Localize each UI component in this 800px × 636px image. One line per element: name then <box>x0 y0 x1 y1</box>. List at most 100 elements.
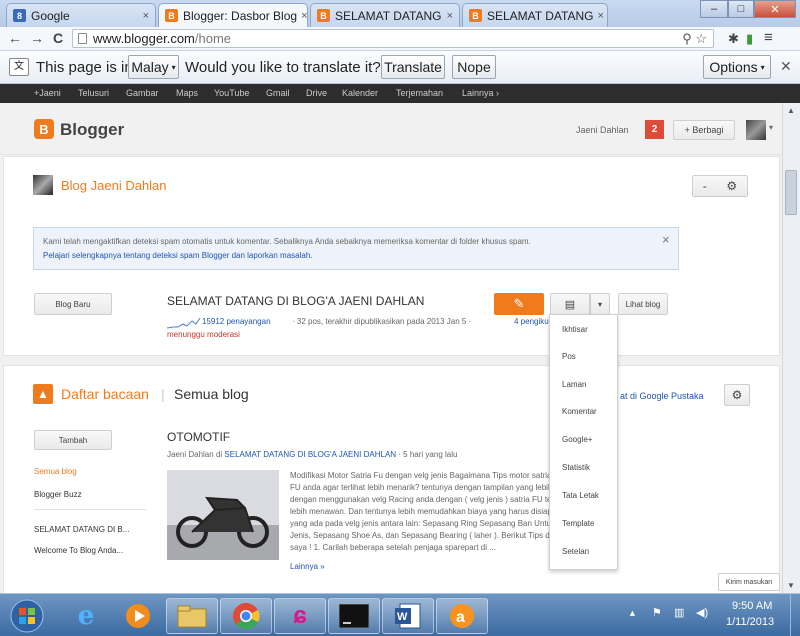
sidebar-item-blogger-buzz[interactable]: Blogger Buzz <box>34 490 82 499</box>
extension-icon[interactable]: ✱ <box>728 31 739 47</box>
user-name[interactable]: Jaeni Dahlan <box>576 125 629 135</box>
gbar-item-calendar[interactable]: Kalender <box>342 88 378 98</box>
gbar-item-translate[interactable]: Terjemahan <box>396 88 443 98</box>
post-title[interactable]: OTOMOTIF <box>167 430 230 444</box>
language-select[interactable]: Malay ▾ <box>128 55 179 79</box>
menu-item-overview[interactable]: Ikhtisar <box>562 325 588 334</box>
menu-item-stats[interactable]: Statistik <box>562 463 590 472</box>
blog-title[interactable]: SELAMAT DATANG DI BLOG'A JAENI DAHLAN <box>167 294 424 308</box>
reload-button[interactable]: C <box>53 30 63 46</box>
sidebar-item-selamat-datang[interactable]: SELAMAT DATANG DI B... <box>34 525 129 534</box>
menu-item-template[interactable]: Template <box>562 519 594 528</box>
google-icon: 8 <box>13 9 26 22</box>
post-blog-link[interactable]: SELAMAT DATANG DI BLOG'A JAENI DAHLAN <box>224 450 396 459</box>
scroll-down-icon[interactable]: ▼ <box>784 581 798 590</box>
chevron-down-icon[interactable]: ▾ <box>769 123 773 132</box>
blogger-logo-icon[interactable]: B <box>34 119 54 139</box>
google-bar: +Jaeni Telusuri Gambar Maps YouTube Gmai… <box>0 84 800 103</box>
menu-item-settings[interactable]: Setelan <box>562 547 589 556</box>
read-more-link[interactable]: Lainnya » <box>290 562 325 571</box>
reading-settings-button[interactable]: ⚙ <box>724 384 750 406</box>
address-bar[interactable]: www.blogger.com/home ⚲ ☆ <box>72 29 714 48</box>
feedback-button[interactable]: Kirim masukan <box>718 573 780 591</box>
network-icon[interactable]: ▥ <box>674 606 684 619</box>
menu-item-posts[interactable]: Pos <box>562 352 576 361</box>
show-desktop-button[interactable] <box>790 594 800 636</box>
close-icon[interactable]: × <box>593 10 603 22</box>
notice-link[interactable]: Pelajari selengkapnya tentang deteksi sp… <box>43 251 313 260</box>
minimize-button[interactable]: – <box>700 0 728 18</box>
menu-item-comments[interactable]: Komentar <box>562 407 597 416</box>
volume-icon[interactable]: ◀) <box>696 606 708 619</box>
maximize-button[interactable]: □ <box>728 0 754 18</box>
pending-moderation[interactable]: menunggu moderasi <box>167 330 240 339</box>
pageviews-link[interactable]: 15912 penayangan <box>202 317 271 326</box>
menu-item-pages[interactable]: Laman <box>562 380 586 389</box>
manage-posts-button[interactable]: ▤ <box>550 293 590 315</box>
gbar-item-gmail[interactable]: Gmail <box>266 88 290 98</box>
add-blog-button[interactable]: Tambah <box>34 430 112 450</box>
translate-button[interactable]: Translate <box>381 55 445 79</box>
scrollbar-thumb[interactable] <box>785 170 797 215</box>
back-button[interactable]: ← <box>8 30 22 46</box>
new-blog-button[interactable]: Blog Baru <box>34 293 112 315</box>
google-reader-link[interactable]: at di Google Pustaka <box>620 391 704 401</box>
gbar-item-profile[interactable]: +Jaeni <box>34 88 61 98</box>
gbar-item-search[interactable]: Telusuri <box>78 88 109 98</box>
menu-icon[interactable]: ≡ <box>764 29 773 46</box>
word-icon[interactable]: W <box>382 598 434 634</box>
blog-settings-button[interactable]: - ⚙ <box>692 175 748 197</box>
share-button[interactable]: + Berbagi <box>673 120 735 140</box>
tab-selamat-datang-2[interactable]: B SELAMAT DATANG × <box>462 3 608 27</box>
gbar-item-images[interactable]: Gambar <box>126 88 159 98</box>
blog-menu-dropdown[interactable]: ▾ <box>590 293 610 315</box>
close-icon[interactable]: ✕ <box>780 58 792 75</box>
blogger-brand[interactable]: Blogger <box>60 120 124 140</box>
menu-item-layout[interactable]: Tata Letak <box>562 491 599 500</box>
close-icon[interactable]: × <box>139 10 149 22</box>
reading-list-title[interactable]: Daftar bacaan <box>61 386 149 402</box>
blog-section-title[interactable]: Blog Jaeni Dahlan <box>61 178 167 193</box>
flag-icon[interactable]: ⚑ <box>652 606 662 619</box>
svg-text:W: W <box>397 611 408 623</box>
pending-followers-link[interactable]: 4 pengikut <box>514 317 551 326</box>
scroll-up-icon[interactable]: ▲ <box>784 106 798 115</box>
new-post-button[interactable]: ✎ <box>494 293 544 315</box>
file-explorer-icon[interactable] <box>166 598 218 634</box>
blogger-icon: B <box>165 9 178 22</box>
clock-date[interactable]: 1/11/2013 <box>726 616 774 628</box>
start-orb[interactable] <box>4 598 50 634</box>
gbar-item-youtube[interactable]: YouTube <box>214 88 249 98</box>
sidebar-item-all-blogs[interactable]: Semua blog <box>34 467 77 476</box>
chrome-icon[interactable] <box>220 598 272 634</box>
close-icon[interactable]: × <box>443 10 453 22</box>
signal-icon[interactable]: ▮ <box>746 31 753 47</box>
tab-blogger-dashboard[interactable]: B Blogger: Dasbor Blog × <box>158 3 308 27</box>
tab-google[interactable]: 8 Google × <box>6 3 156 27</box>
view-blog-button[interactable]: Lihat blog <box>618 293 668 315</box>
window-close-button[interactable]: ✕ <box>754 0 796 18</box>
clock-time[interactable]: 9:50 AM <box>732 600 772 612</box>
sidebar-item-welcome[interactable]: Welcome To Blog Anda... <box>34 546 123 555</box>
notification-badge[interactable]: 2 <box>645 120 664 139</box>
motorcycle-thumbnail[interactable] <box>167 470 279 560</box>
close-icon[interactable]: × <box>662 232 670 247</box>
close-icon[interactable]: × <box>297 10 307 22</box>
search-icon[interactable]: ⚲ ☆ <box>682 30 707 47</box>
gbar-item-maps[interactable]: Maps <box>176 88 198 98</box>
internet-explorer-icon[interactable]: e <box>60 598 112 634</box>
tab-selamat-datang-1[interactable]: B SELAMAT DATANG × <box>310 3 460 27</box>
picsart-icon[interactable]: ɕ <box>274 598 326 634</box>
avast-icon[interactable]: a <box>436 598 488 634</box>
gbar-item-drive[interactable]: Drive <box>306 88 327 98</box>
gbar-item-more[interactable]: Lainnya › <box>462 88 499 98</box>
menu-item-google-plus[interactable]: Google+ <box>562 435 592 444</box>
options-button[interactable]: Options ▾ <box>703 55 771 79</box>
show-hidden-icons[interactable]: ▲ <box>628 608 637 618</box>
nope-button[interactable]: Nope <box>452 55 496 79</box>
avatar[interactable] <box>746 120 766 140</box>
forward-button[interactable]: → <box>30 30 44 46</box>
browser-toolbar: ← → C www.blogger.com/home ⚲ ☆ ✱ ▮ ≡ <box>0 27 800 51</box>
media-player-icon[interactable] <box>112 598 164 634</box>
terminal-icon[interactable] <box>328 598 380 634</box>
